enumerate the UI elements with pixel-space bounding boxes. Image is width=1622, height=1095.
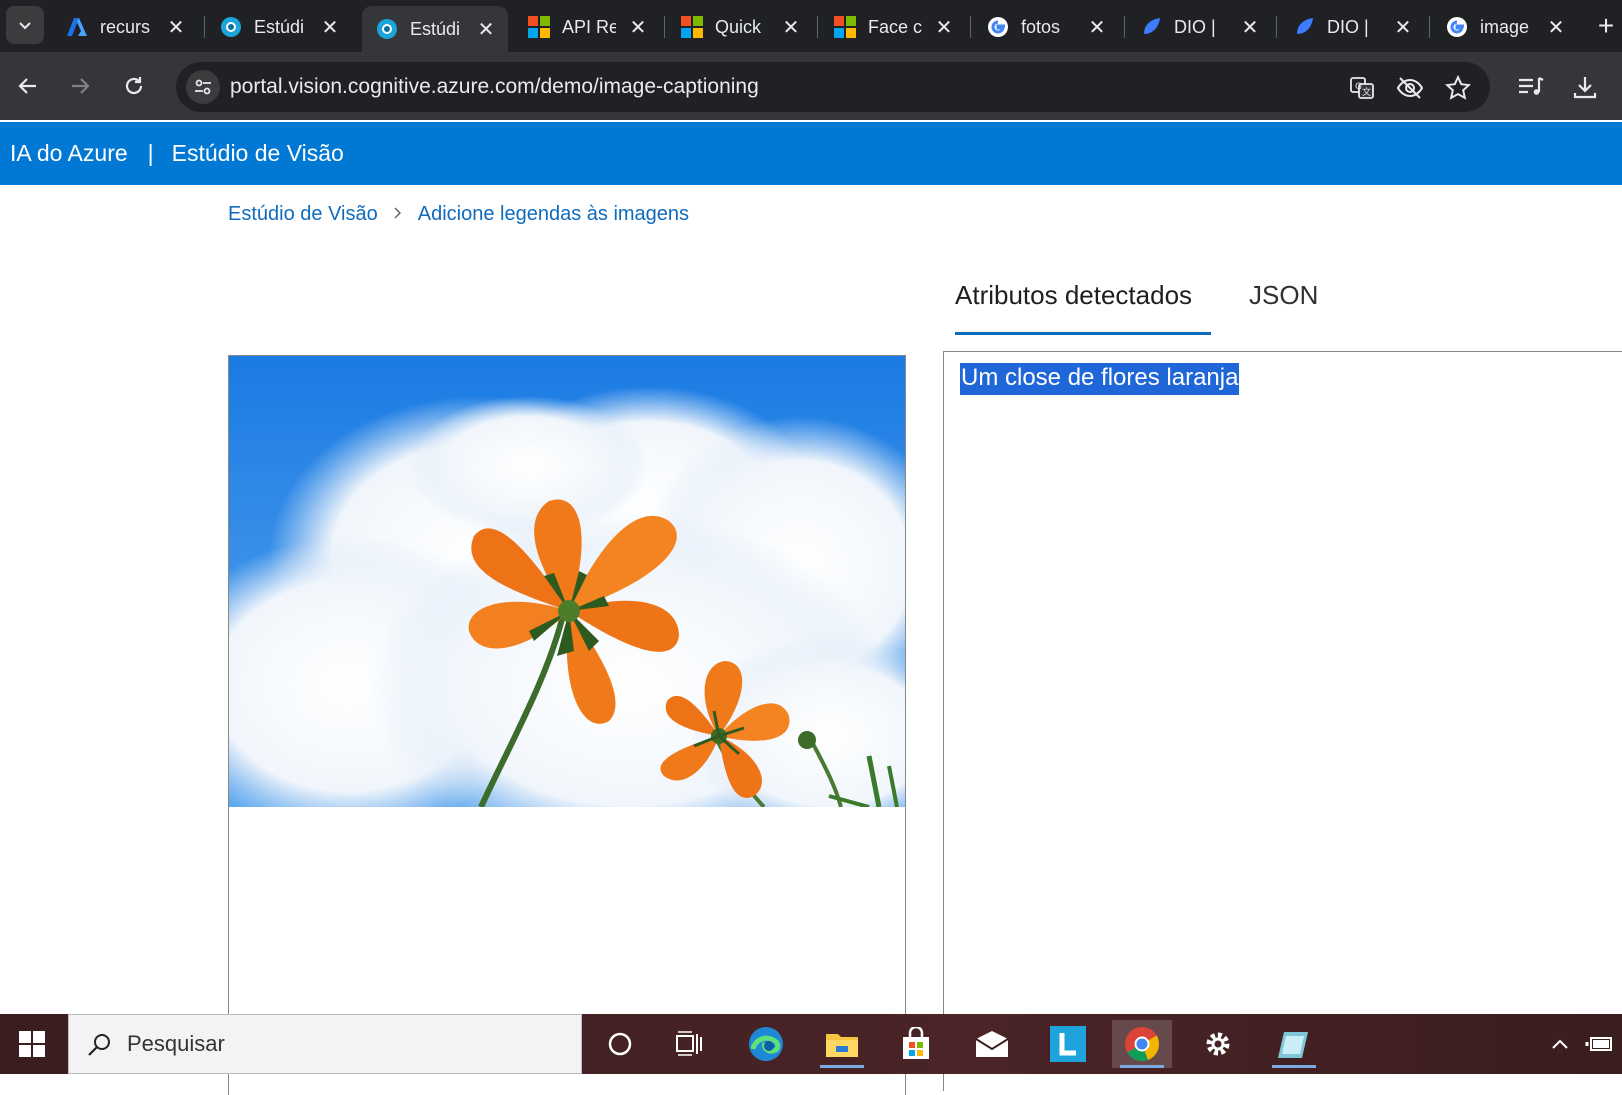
tab-title: recurs xyxy=(100,16,151,37)
chevron-down-icon xyxy=(19,22,31,30)
tab-search-button[interactable] xyxy=(6,6,44,44)
mail-icon[interactable] xyxy=(962,1020,1022,1068)
tab-title: DIO | xyxy=(1327,16,1369,37)
tab-title: Face c xyxy=(868,16,922,37)
taskbar-search-input[interactable]: Pesquisar xyxy=(68,1014,582,1074)
browser-toolbar: portal.vision.cognitive.azure.com/demo/i… xyxy=(0,52,1622,120)
active-tab-indicator xyxy=(955,332,1211,335)
close-icon[interactable]: ✕ xyxy=(474,17,498,41)
new-tab-button[interactable]: + xyxy=(1590,10,1622,42)
tab-title: DIO | xyxy=(1174,16,1216,37)
arrow-right-icon xyxy=(72,78,90,94)
search-placeholder: Pesquisar xyxy=(127,1031,225,1056)
file-explorer-icon[interactable] xyxy=(812,1020,872,1068)
browser-tab[interactable]: Face c ✕ xyxy=(820,6,968,48)
browser-tab[interactable]: DIO | ✕ xyxy=(1279,6,1427,48)
browser-tabstrip: recurs ✕ Estúdi ✕ Estúdi ✕ API Re ✕ Quic… xyxy=(0,0,1622,52)
browser-tab-active[interactable]: Estúdi ✕ xyxy=(362,6,508,52)
reading-list-icon[interactable] xyxy=(1514,70,1548,104)
start-button[interactable] xyxy=(0,1014,64,1074)
close-icon[interactable]: ✕ xyxy=(932,15,956,39)
breadcrumb-item-vision-studio[interactable]: Estúdio de Visão xyxy=(228,203,378,226)
address-bar[interactable]: portal.vision.cognitive.azure.com/demo/i… xyxy=(176,62,1490,112)
dio-logo-icon xyxy=(1140,16,1162,38)
tab-title: image xyxy=(1480,16,1530,37)
windows-taskbar: Pesquisar xyxy=(0,1014,1622,1074)
close-icon[interactable]: ✕ xyxy=(1544,15,1568,39)
uploaded-image-orange-flowers xyxy=(229,356,905,807)
product-link[interactable]: Estúdio de Visão xyxy=(172,140,344,167)
svg-text:G: G xyxy=(1355,82,1362,92)
browser-tab[interactable]: fotos ✕ xyxy=(973,6,1121,48)
image-caption-text[interactable]: Um close de flores laranja xyxy=(960,363,1240,395)
vision-studio-icon xyxy=(376,18,398,40)
battery-icon[interactable] xyxy=(1584,1032,1614,1056)
dio-logo-icon xyxy=(1293,16,1315,38)
browser-tab[interactable]: DIO | ✕ xyxy=(1126,6,1274,48)
reload-button[interactable] xyxy=(114,66,154,106)
results-panel: Um close de flores laranja xyxy=(943,351,1622,1091)
azure-header: IA do Azure | Estúdio de Visão xyxy=(0,122,1622,185)
eye-off-icon[interactable] xyxy=(1396,74,1424,102)
browser-tab[interactable]: API Re ✕ xyxy=(514,6,662,48)
close-icon[interactable]: ✕ xyxy=(318,15,342,39)
task-view-icon[interactable] xyxy=(660,1020,720,1068)
tab-title: Quick xyxy=(715,16,762,37)
google-logo-icon xyxy=(987,16,1009,38)
microsoft-logo-icon xyxy=(834,16,856,38)
tab-json[interactable]: JSON xyxy=(1249,280,1318,311)
site-settings-icon[interactable] xyxy=(186,70,220,104)
close-icon[interactable]: ✕ xyxy=(779,15,803,39)
svg-text:文: 文 xyxy=(1362,86,1371,98)
tab-title: API Re xyxy=(562,16,616,37)
forward-button[interactable] xyxy=(60,66,100,106)
chevron-up-icon[interactable] xyxy=(1548,1032,1572,1056)
tab-detected-attributes[interactable]: Atributos detectados xyxy=(955,280,1192,311)
header-separator: | xyxy=(147,140,154,166)
launcher-l-icon[interactable] xyxy=(1038,1020,1098,1068)
brand-link[interactable]: IA do Azure xyxy=(10,140,128,167)
google-logo-icon xyxy=(1446,16,1468,38)
browser-tab[interactable]: recurs ✕ xyxy=(52,6,200,48)
bookmark-star-icon[interactable] xyxy=(1444,74,1472,102)
close-icon[interactable]: ✕ xyxy=(164,15,188,39)
tab-title: fotos xyxy=(1021,16,1061,37)
close-icon[interactable]: ✕ xyxy=(1391,15,1415,39)
close-icon[interactable]: ✕ xyxy=(1085,15,1109,39)
windows-logo-icon xyxy=(19,1031,45,1057)
edge-browser-icon[interactable] xyxy=(736,1020,796,1068)
search-icon xyxy=(83,1029,115,1061)
azure-logo-icon xyxy=(66,16,88,38)
settings-gear-icon[interactable] xyxy=(1188,1020,1248,1068)
reload-icon xyxy=(125,77,143,95)
close-icon[interactable]: ✕ xyxy=(626,15,650,39)
back-button[interactable] xyxy=(8,66,48,106)
url-text: portal.vision.cognitive.azure.com/demo/i… xyxy=(230,75,759,98)
cortana-icon[interactable] xyxy=(590,1020,650,1068)
vision-studio-icon xyxy=(220,16,242,38)
image-panel xyxy=(228,355,906,1095)
microsoft-store-icon[interactable] xyxy=(886,1020,946,1068)
tab-title: Estúdi xyxy=(254,16,305,37)
browser-tab[interactable]: image ✕ xyxy=(1432,6,1580,48)
browser-tab[interactable]: Estúdi ✕ xyxy=(206,6,354,48)
chrome-browser-icon[interactable] xyxy=(1112,1020,1172,1068)
download-icon[interactable] xyxy=(1568,70,1602,104)
close-icon[interactable]: ✕ xyxy=(1238,15,1262,39)
translate-icon[interactable]: G文 xyxy=(1348,74,1376,102)
tab-title: Estúdi xyxy=(410,18,461,39)
microsoft-logo-icon xyxy=(528,16,550,38)
breadcrumb: Estúdio de Visão Adicione legendas às im… xyxy=(228,203,689,226)
microsoft-logo-icon xyxy=(681,16,703,38)
chevron-right-icon xyxy=(392,204,404,225)
browser-tab[interactable]: Quick ✕ xyxy=(667,6,815,48)
notepad-app-icon[interactable] xyxy=(1264,1020,1324,1068)
breadcrumb-item-add-captions[interactable]: Adicione legendas às imagens xyxy=(418,203,689,226)
arrow-left-icon xyxy=(18,78,36,94)
